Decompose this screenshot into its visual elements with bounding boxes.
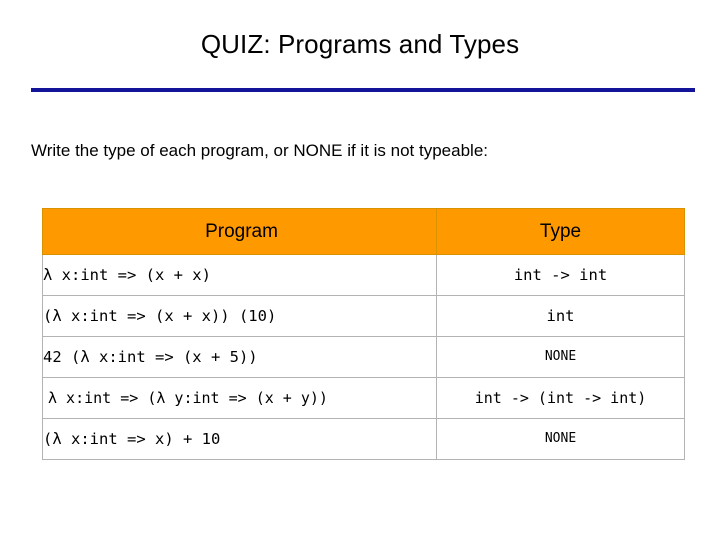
cell-type: int -> int [436, 254, 685, 296]
table-row: λ x:int => (λ y:int => (x + y)) int -> (… [42, 377, 685, 419]
table-row: (λ x:int => (x + x)) (10) int [42, 295, 685, 337]
table-row: 42 (λ x:int => (x + 5)) NONE [42, 336, 685, 378]
cell-program: λ x:int => (x + x) [42, 254, 437, 296]
table-row: (λ x:int => x) + 10 NONE [42, 418, 685, 460]
cell-program: (λ x:int => (x + x)) (10) [42, 295, 437, 337]
slide-root: QUIZ: Programs and Types Write the type … [0, 0, 720, 540]
quiz-table: Program Type λ x:int => (x + x) int -> i… [42, 208, 685, 460]
table-header-row: Program Type [42, 208, 685, 255]
column-header-program: Program [42, 208, 437, 255]
cell-type: int -> (int -> int) [436, 377, 685, 419]
cell-program: λ x:int => (λ y:int => (x + y)) [42, 377, 437, 419]
title-underline-rule [31, 88, 695, 92]
cell-program: 42 (λ x:int => (x + 5)) [42, 336, 437, 378]
cell-type: int [436, 295, 685, 337]
page-title: QUIZ: Programs and Types [200, 29, 520, 59]
table-header: Program Type [42, 208, 685, 255]
cell-type: NONE [436, 418, 685, 460]
cell-program: (λ x:int => x) + 10 [42, 418, 437, 460]
table-body: λ x:int => (x + x) int -> int (λ x:int =… [42, 254, 685, 460]
column-header-type: Type [436, 208, 685, 255]
quiz-instructions: Write the type of each program, or NONE … [31, 141, 488, 160]
table-row: λ x:int => (x + x) int -> int [42, 254, 685, 296]
cell-type: NONE [436, 336, 685, 378]
